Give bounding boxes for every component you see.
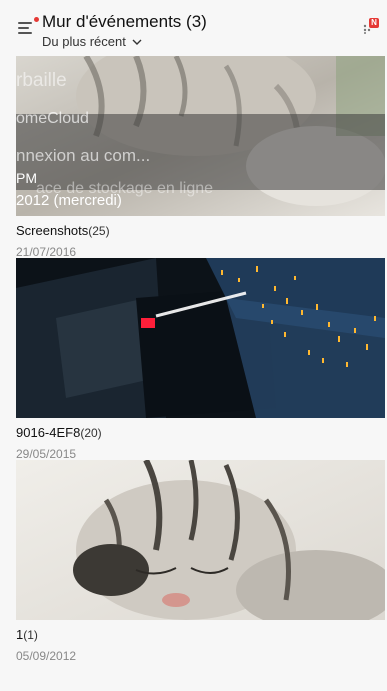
event-date: 29/05/2015	[16, 447, 77, 461]
title-block: Mur d'événements (3) Du plus récent	[42, 12, 207, 49]
notification-badge: N	[369, 18, 379, 28]
chevron-down-icon	[132, 39, 142, 45]
event-date: 05/09/2012	[16, 649, 77, 663]
event-card[interactable]: rbaille omeCloud nnexion au com... PM ac…	[16, 56, 385, 259]
event-title: 9016-4EF8(20)	[16, 424, 385, 442]
overlay-line: nnexion au com...	[16, 146, 151, 165]
event-name: Screenshots	[16, 223, 89, 238]
event-card[interactable]: 9016-4EF8(20) 29/05/2015	[16, 258, 385, 461]
overlay-line: omeCloud	[16, 110, 89, 127]
overlay-line: rbaille	[16, 70, 67, 91]
notification-app-icon[interactable]: N	[363, 18, 379, 34]
cat-photo-image	[16, 460, 385, 620]
event-count: (1)	[23, 628, 38, 642]
overlay-line: 2012 (mercredi)	[16, 192, 122, 209]
overlay-line: PM	[16, 170, 37, 186]
event-card[interactable]: 1(1) 05/09/2012	[16, 460, 385, 663]
event-count: (20)	[80, 426, 102, 440]
page-title: Mur d'événements (3)	[42, 12, 207, 31]
event-title: 1(1)	[16, 626, 385, 644]
sort-label: Du plus récent	[42, 34, 126, 49]
sort-dropdown[interactable]: Du plus récent	[42, 34, 207, 49]
event-count: (25)	[88, 224, 110, 238]
sparks-photo-image	[16, 258, 385, 418]
event-thumbnail[interactable]	[16, 258, 385, 418]
event-date: 21/07/2016	[16, 245, 77, 259]
event-thumbnail[interactable]	[16, 460, 385, 620]
event-name: 9016-4EF8	[16, 425, 81, 440]
menu-icon[interactable]	[18, 17, 39, 36]
event-title: Screenshots(25)	[16, 222, 385, 240]
event-thumbnail[interactable]: rbaille omeCloud nnexion au com... PM ac…	[16, 56, 385, 216]
app-bar: Mur d'événements (3) Du plus récent N	[0, 0, 387, 56]
